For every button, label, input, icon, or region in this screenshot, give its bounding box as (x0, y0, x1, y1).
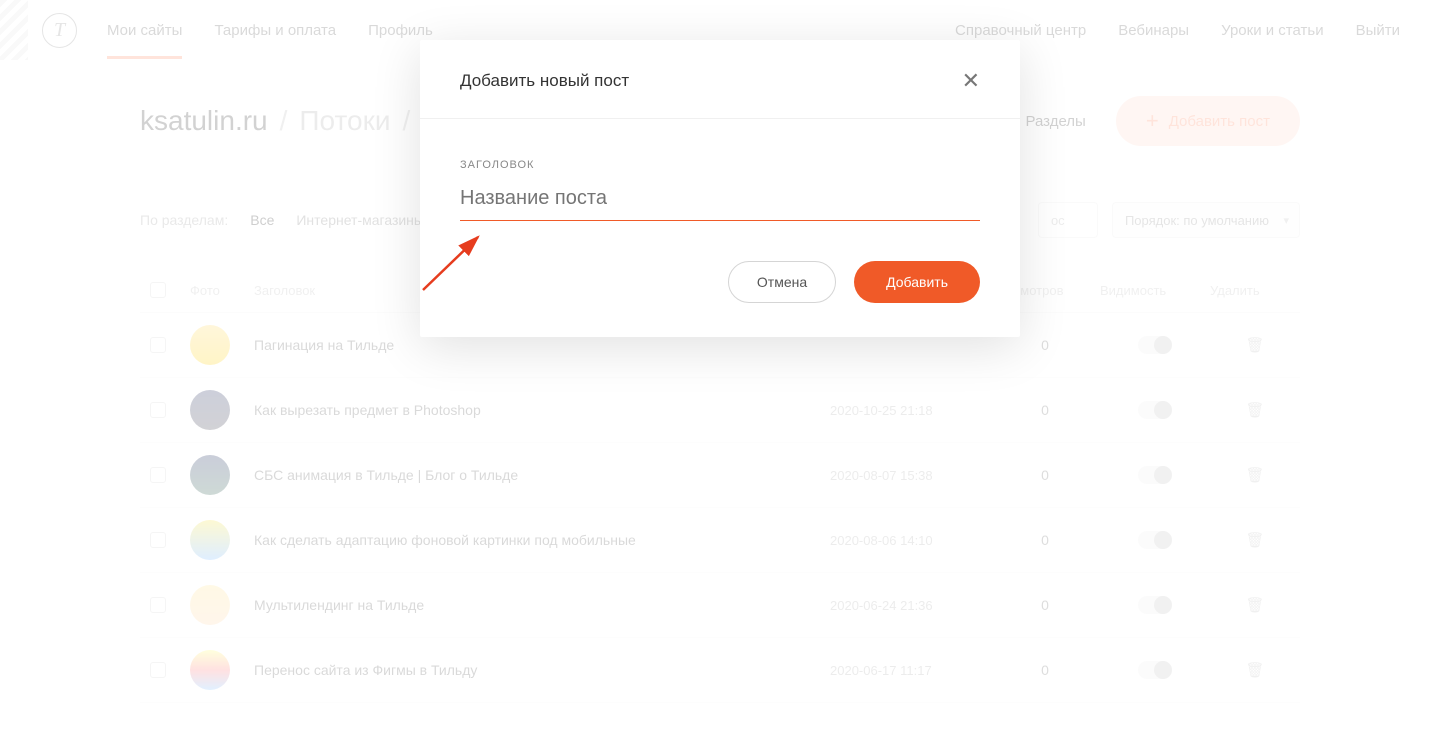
submit-button[interactable]: Добавить (854, 261, 980, 303)
cancel-button[interactable]: Отмена (728, 261, 836, 303)
close-icon[interactable]: ✕ (962, 70, 980, 92)
modal-title: Добавить новый пост (460, 71, 629, 91)
post-title-input[interactable] (460, 177, 980, 221)
add-post-modal: Добавить новый пост ✕ ЗАГОЛОВОК Отмена Д… (420, 40, 1020, 337)
field-label: ЗАГОЛОВОК (460, 159, 980, 171)
